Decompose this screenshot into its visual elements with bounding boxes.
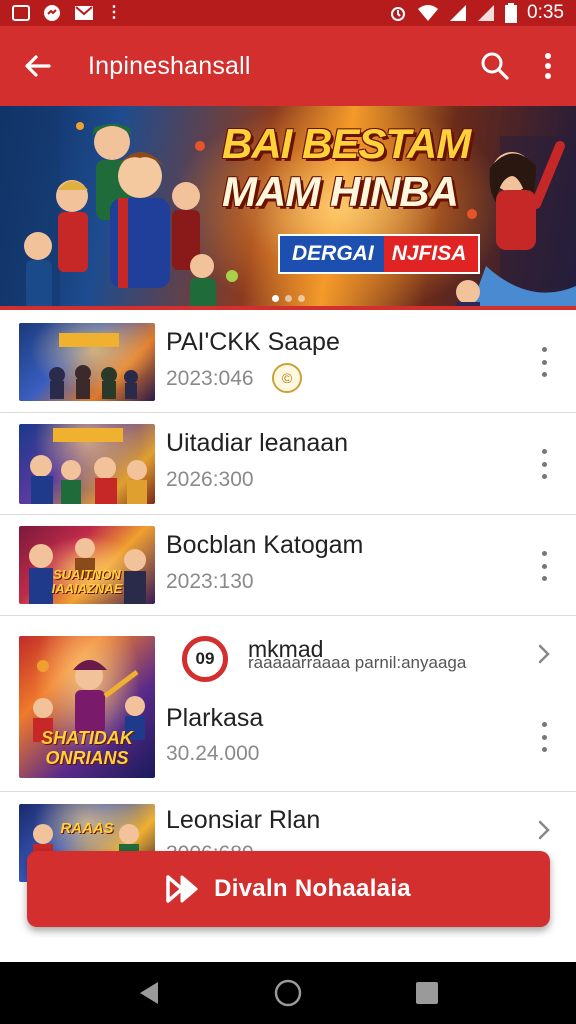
status-time: 0:35 [527, 2, 564, 23]
signal-icon [450, 5, 467, 21]
timer-badge: 09 [182, 636, 228, 682]
banner-tag-right: NJFISA [383, 234, 481, 274]
more-vertical-icon [545, 53, 551, 79]
chevron-right-icon[interactable] [532, 818, 556, 842]
overflow-notifications-icon: ⋮ [106, 4, 122, 21]
item-thumbnail: SHATIDAK ONRIANS [19, 636, 155, 778]
nav-home-button[interactable] [268, 973, 308, 1013]
item-title: Uitadiar leanaan [166, 429, 349, 457]
thumb-caption: SUAITNON IAAIAZNAE [51, 567, 123, 596]
thumb-art [30, 428, 147, 504]
item-caption: raaaaarraaaa parnil:anyaaga [248, 653, 467, 672]
item-title: Bocblan Katogam [166, 531, 364, 559]
app-bar: Inpineshansall [0, 26, 576, 106]
primary-action-label: Divaln Nohaalaia [214, 875, 411, 902]
banner-headline-line2: MAM HINBA [222, 168, 459, 215]
carousel-dot[interactable] [284, 295, 292, 302]
more-vertical-icon [541, 722, 547, 727]
more-options-button[interactable] [520, 26, 576, 106]
more-vertical-icon [541, 347, 547, 352]
banner-tag: DERGAI NJFISA [278, 234, 481, 274]
system-nav-bar [0, 962, 576, 1024]
thumb-caption: SHATIDAK ONRIANS [41, 728, 133, 768]
nav-recents-button[interactable] [407, 973, 447, 1013]
item-title: PAI'CKK Saape [166, 328, 340, 356]
game-list: PAI'CKK Saape 2023:046 © Uitadiar leanaa… [0, 312, 576, 882]
item-thumbnail [19, 424, 155, 504]
page-title: Inpineshansall [88, 51, 251, 80]
gallery-icon [12, 5, 30, 21]
fast-forward-icon [166, 875, 198, 903]
banner-tag-left: DERGAI [278, 234, 384, 274]
thumb-caption: RAAAS [60, 820, 114, 837]
back-button[interactable] [0, 26, 76, 106]
item-more-button[interactable] [536, 347, 552, 377]
more-vertical-icon [541, 449, 547, 454]
item-meta: 30.24.000 [166, 742, 260, 765]
featured-banner[interactable]: BAI BESTAM MAM HINBA DERGAI NJFISA [0, 106, 576, 310]
status-right-icons: 0:35 [389, 2, 564, 24]
item-more-button[interactable] [536, 449, 552, 479]
item-thumbnail [19, 323, 155, 401]
list-item[interactable]: SUAITNON IAAIAZNAE Bocblan Katogam 2023:… [0, 515, 576, 616]
primary-action-button[interactable]: Divaln Nohaalaia [27, 851, 550, 927]
status-bar: ⋮ 0:35 [0, 0, 576, 26]
item-title: Leonsiar Rlan [166, 806, 321, 834]
arrow-left-icon [25, 55, 51, 77]
list-item-expanded[interactable]: SHATIDAK ONRIANS 09 mkmad raaaaarraaaa p… [0, 616, 576, 792]
messenger-icon [44, 5, 60, 21]
search-icon [481, 52, 509, 80]
wifi-icon [418, 5, 439, 21]
list-item[interactable]: Uitadiar leanaan 2026:300 [0, 413, 576, 515]
signal-icon-2 [478, 5, 495, 21]
item-more-button[interactable] [536, 551, 552, 581]
banner-divider [0, 306, 576, 310]
status-left-icons: ⋮ [12, 3, 122, 23]
banner-headline: BAI BESTAM MAM HINBA [222, 120, 482, 216]
mail-icon [75, 6, 93, 20]
chevron-right-icon[interactable] [532, 642, 556, 666]
nav-recents-icon [415, 982, 438, 1004]
screen: ⋮ 0:35 Inpineshansall BAI BESTAM MAM HIN… [0, 0, 576, 1024]
item-meta: 2026:300 [166, 468, 254, 491]
list-item[interactable]: PAI'CKK Saape 2023:046 © [0, 312, 576, 413]
carousel-indicator [0, 295, 576, 302]
nav-home-icon [274, 979, 302, 1007]
carousel-dot[interactable] [297, 295, 305, 302]
item-meta: 2023:046 [166, 367, 254, 390]
more-vertical-icon [541, 551, 547, 556]
item-thumbnail: SUAITNON IAAIAZNAE [19, 526, 155, 604]
battery-icon [505, 3, 518, 23]
item-more-button[interactable] [536, 722, 552, 752]
banner-headline-line1: BAI BESTAM [222, 120, 471, 167]
carousel-dot-active[interactable] [271, 295, 279, 302]
search-button[interactable] [470, 26, 520, 106]
alarm-icon [391, 7, 406, 21]
nav-back-icon [140, 982, 159, 1004]
item-meta: 2023:130 [166, 570, 254, 593]
nav-back-button[interactable] [129, 973, 169, 1013]
coin-badge: © [272, 363, 302, 393]
thumb-art [49, 333, 138, 399]
item-title: Plarkasa [166, 704, 264, 732]
